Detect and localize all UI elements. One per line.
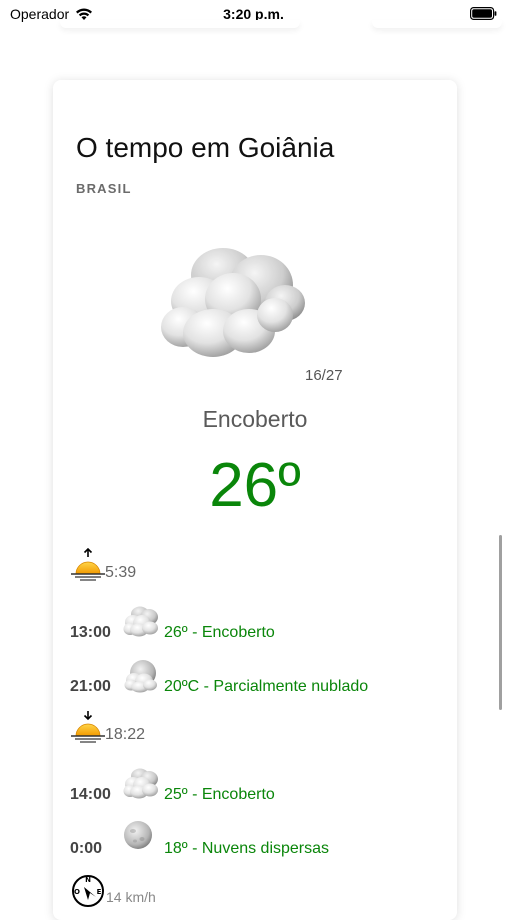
previous-card-edge [60,20,300,28]
sunset-icon [71,711,105,743]
sunset-time: 18:22 [105,726,146,743]
scattered-clouds-icon [124,821,152,849]
partly-cloudy-night-icon [124,660,157,693]
battery-icon [470,7,497,20]
overcast-cloud-icon [123,606,158,637]
forecast-hour: 14:00 [70,786,111,803]
forecast-row: 13:00 26º - Encoberto [70,604,275,644]
weather-card: O tempo em Goiânia BRASIL 16/27 Encobert… [53,80,457,920]
forecast-row: 14:00 25º - Encoberto [70,766,275,806]
forecast-description: 26º - Encoberto [164,624,275,641]
svg-text:N: N [85,876,91,884]
sunrise-row: 5:39 [70,548,136,582]
svg-text:O: O [74,888,80,896]
sunset-row: 18:22 [70,710,145,744]
overcast-cloud-icon [123,768,158,799]
min-max-temperature: 16/27 [305,367,343,384]
forecast-description: 25º - Encoberto [164,786,275,803]
forecast-row: 21:00 20ºC - Parcialmente nublado [70,658,368,698]
forecast-description: 20ºC - Parcialmente nublado [164,678,369,695]
forecast-hour: 0:00 [70,840,103,857]
sunrise-time: 5:39 [105,564,137,581]
weather-condition: Encoberto [202,406,308,432]
overcast-cloud-icon [161,248,305,357]
page-title: O tempo em Goiânia [76,132,335,163]
country-label: BRASIL [76,181,132,196]
forecast-hour: 21:00 [70,678,111,695]
scroll-indicator[interactable] [499,535,502,710]
wind-row: N E O 14 km/h [70,873,156,909]
sunrise-icon [71,548,105,581]
forecast-row: 0:00 18º - Nuvens dispersas [70,820,329,860]
svg-text:E: E [97,888,102,896]
compass-icon: N E O [72,875,104,907]
previous-card-edge [372,20,502,28]
wind-speed: 14 km/h [106,889,156,905]
forecast-description: 18º - Nuvens dispersas [164,840,330,857]
current-temperature: 26º [209,451,301,520]
forecast-hour: 13:00 [70,624,111,641]
